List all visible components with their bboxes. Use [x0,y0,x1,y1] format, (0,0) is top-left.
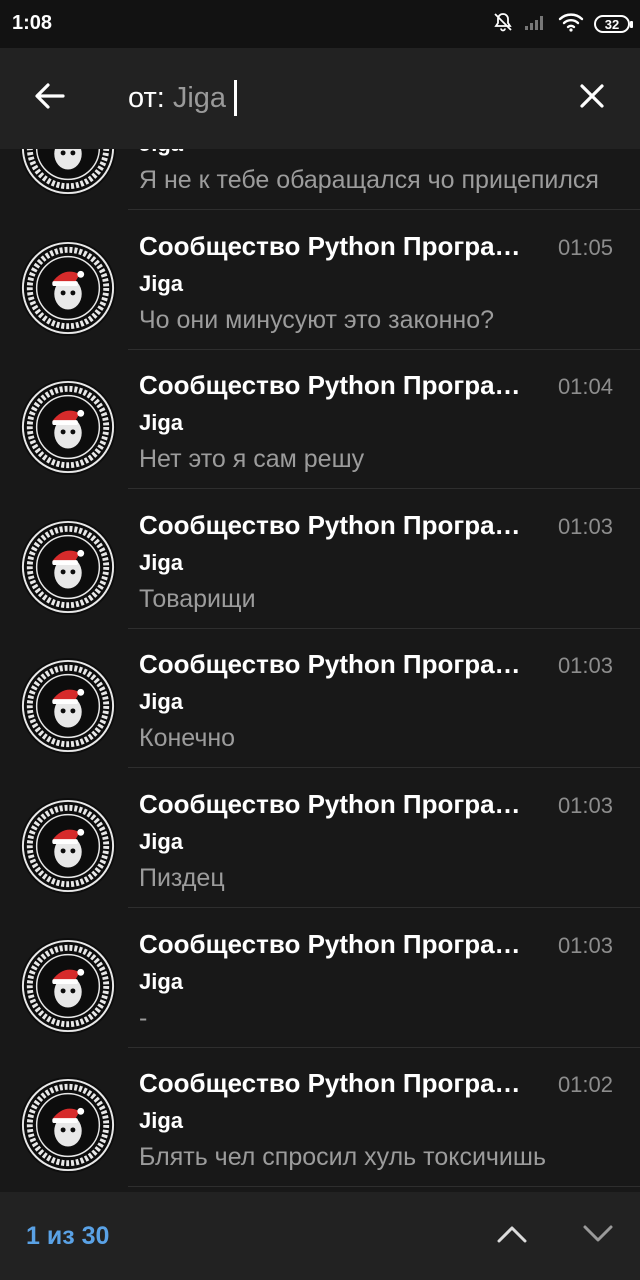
message-sender: Jiga [139,689,184,715]
message-preview: Конечно [139,724,236,753]
chat-title: Сообщество Python Программистов [139,649,529,680]
clear-search-button[interactable] [564,70,620,126]
search-result-row[interactable]: Сообщество Python Программистов 01:03 Jiga… [0,490,640,629]
group-avatar [19,937,117,1034]
message-preview: Пиздец [139,864,225,892]
chevron-up-icon [496,1224,528,1249]
signal-icon [524,13,548,36]
arrow-left-icon [34,82,66,115]
message-sender: Jiga [139,270,184,296]
message-time: 01:05 [557,234,613,260]
message-preview: Нет это я сам решу [139,445,365,474]
search-input[interactable]: от: Jiga [128,76,238,120]
message-preview: Я не к тебе обаращался чо прицепился [139,166,599,194]
status-bar: 1:08 32 [0,0,640,48]
search-toolbar: от: Jiga [0,48,640,149]
message-preview: Товарищи [139,584,256,613]
search-filter-prefix: от: [128,81,165,114]
group-avatar [19,658,117,755]
message-preview: Блять чел спросил хуль токсичишь [139,1143,546,1172]
battery-icon: 32 [594,15,633,33]
message-sender: Jiga [139,149,183,157]
group-avatar [19,518,117,615]
search-result-row[interactable]: Сообщество Python Программистов 01:02 Jiga… [0,1048,640,1188]
group-avatar [19,379,117,476]
message-sender: Jiga [139,829,184,854]
message-preview: Чо они минусуют это законно? [139,305,495,334]
search-result-row[interactable]: Сообщество Python Программистов 01:03 Jiga… [0,769,640,908]
search-query: Jiga [172,81,227,114]
wifi-icon [558,12,584,37]
message-time: 01:02 [557,1072,613,1098]
previous-result-button[interactable] [490,1214,534,1258]
chat-title: Сообщество Python Программистов [139,370,529,401]
message-sender: Jiga [139,410,184,436]
row-divider [128,1186,640,1188]
results-navigation-bar: 1 из 30 [0,1192,640,1280]
search-result-row[interactable]: Jiga Я не к тебе обаращался чо прицепился [0,149,640,210]
status-icons: 32 [492,10,633,38]
search-results-list[interactable]: Jiga Я не к тебе обаращался чо прицепился… [0,149,640,1192]
chat-title: Сообщество Python Программистов [139,928,529,959]
chat-title: Сообщество Python Программистов [139,509,529,540]
message-time: 01:03 [557,653,613,679]
message-sender: Jiga [139,549,184,575]
chat-title: Сообщество Python Программистов [139,1068,529,1099]
chat-title: Сообщество Python Программистов [139,230,529,261]
search-result-row[interactable]: Сообщество Python Программистов 01:03 Jiga… [0,909,640,1048]
status-time: 1:08 [12,12,53,34]
message-preview: - [139,1003,148,1032]
message-time: 01:03 [557,932,613,958]
search-result-row[interactable]: Сообщество Python Программистов 01:05 Jiga… [0,211,640,350]
search-result-row[interactable]: Сообщество Python Программистов 01:04 Jiga… [0,350,640,490]
message-time: 01:04 [557,374,613,400]
next-result-button[interactable] [576,1214,620,1258]
group-avatar [19,1077,117,1174]
message-sender: Jiga [139,1108,184,1134]
chat-title: Сообщество Python Программистов [139,789,529,819]
message-sender: Jiga [139,968,184,994]
chevron-down-icon [582,1224,614,1249]
result-counter: 1 из 30 [26,1222,110,1250]
group-avatar [19,239,117,336]
message-time: 01:03 [557,513,613,539]
close-icon [579,83,605,114]
back-button[interactable] [22,70,78,126]
search-result-row[interactable]: Сообщество Python Программистов 01:03 Jiga… [0,629,640,769]
muted-bell-icon [492,11,514,38]
text-caret [234,80,238,116]
message-time: 01:03 [557,793,613,818]
group-avatar [19,149,117,197]
group-avatar [19,797,117,895]
